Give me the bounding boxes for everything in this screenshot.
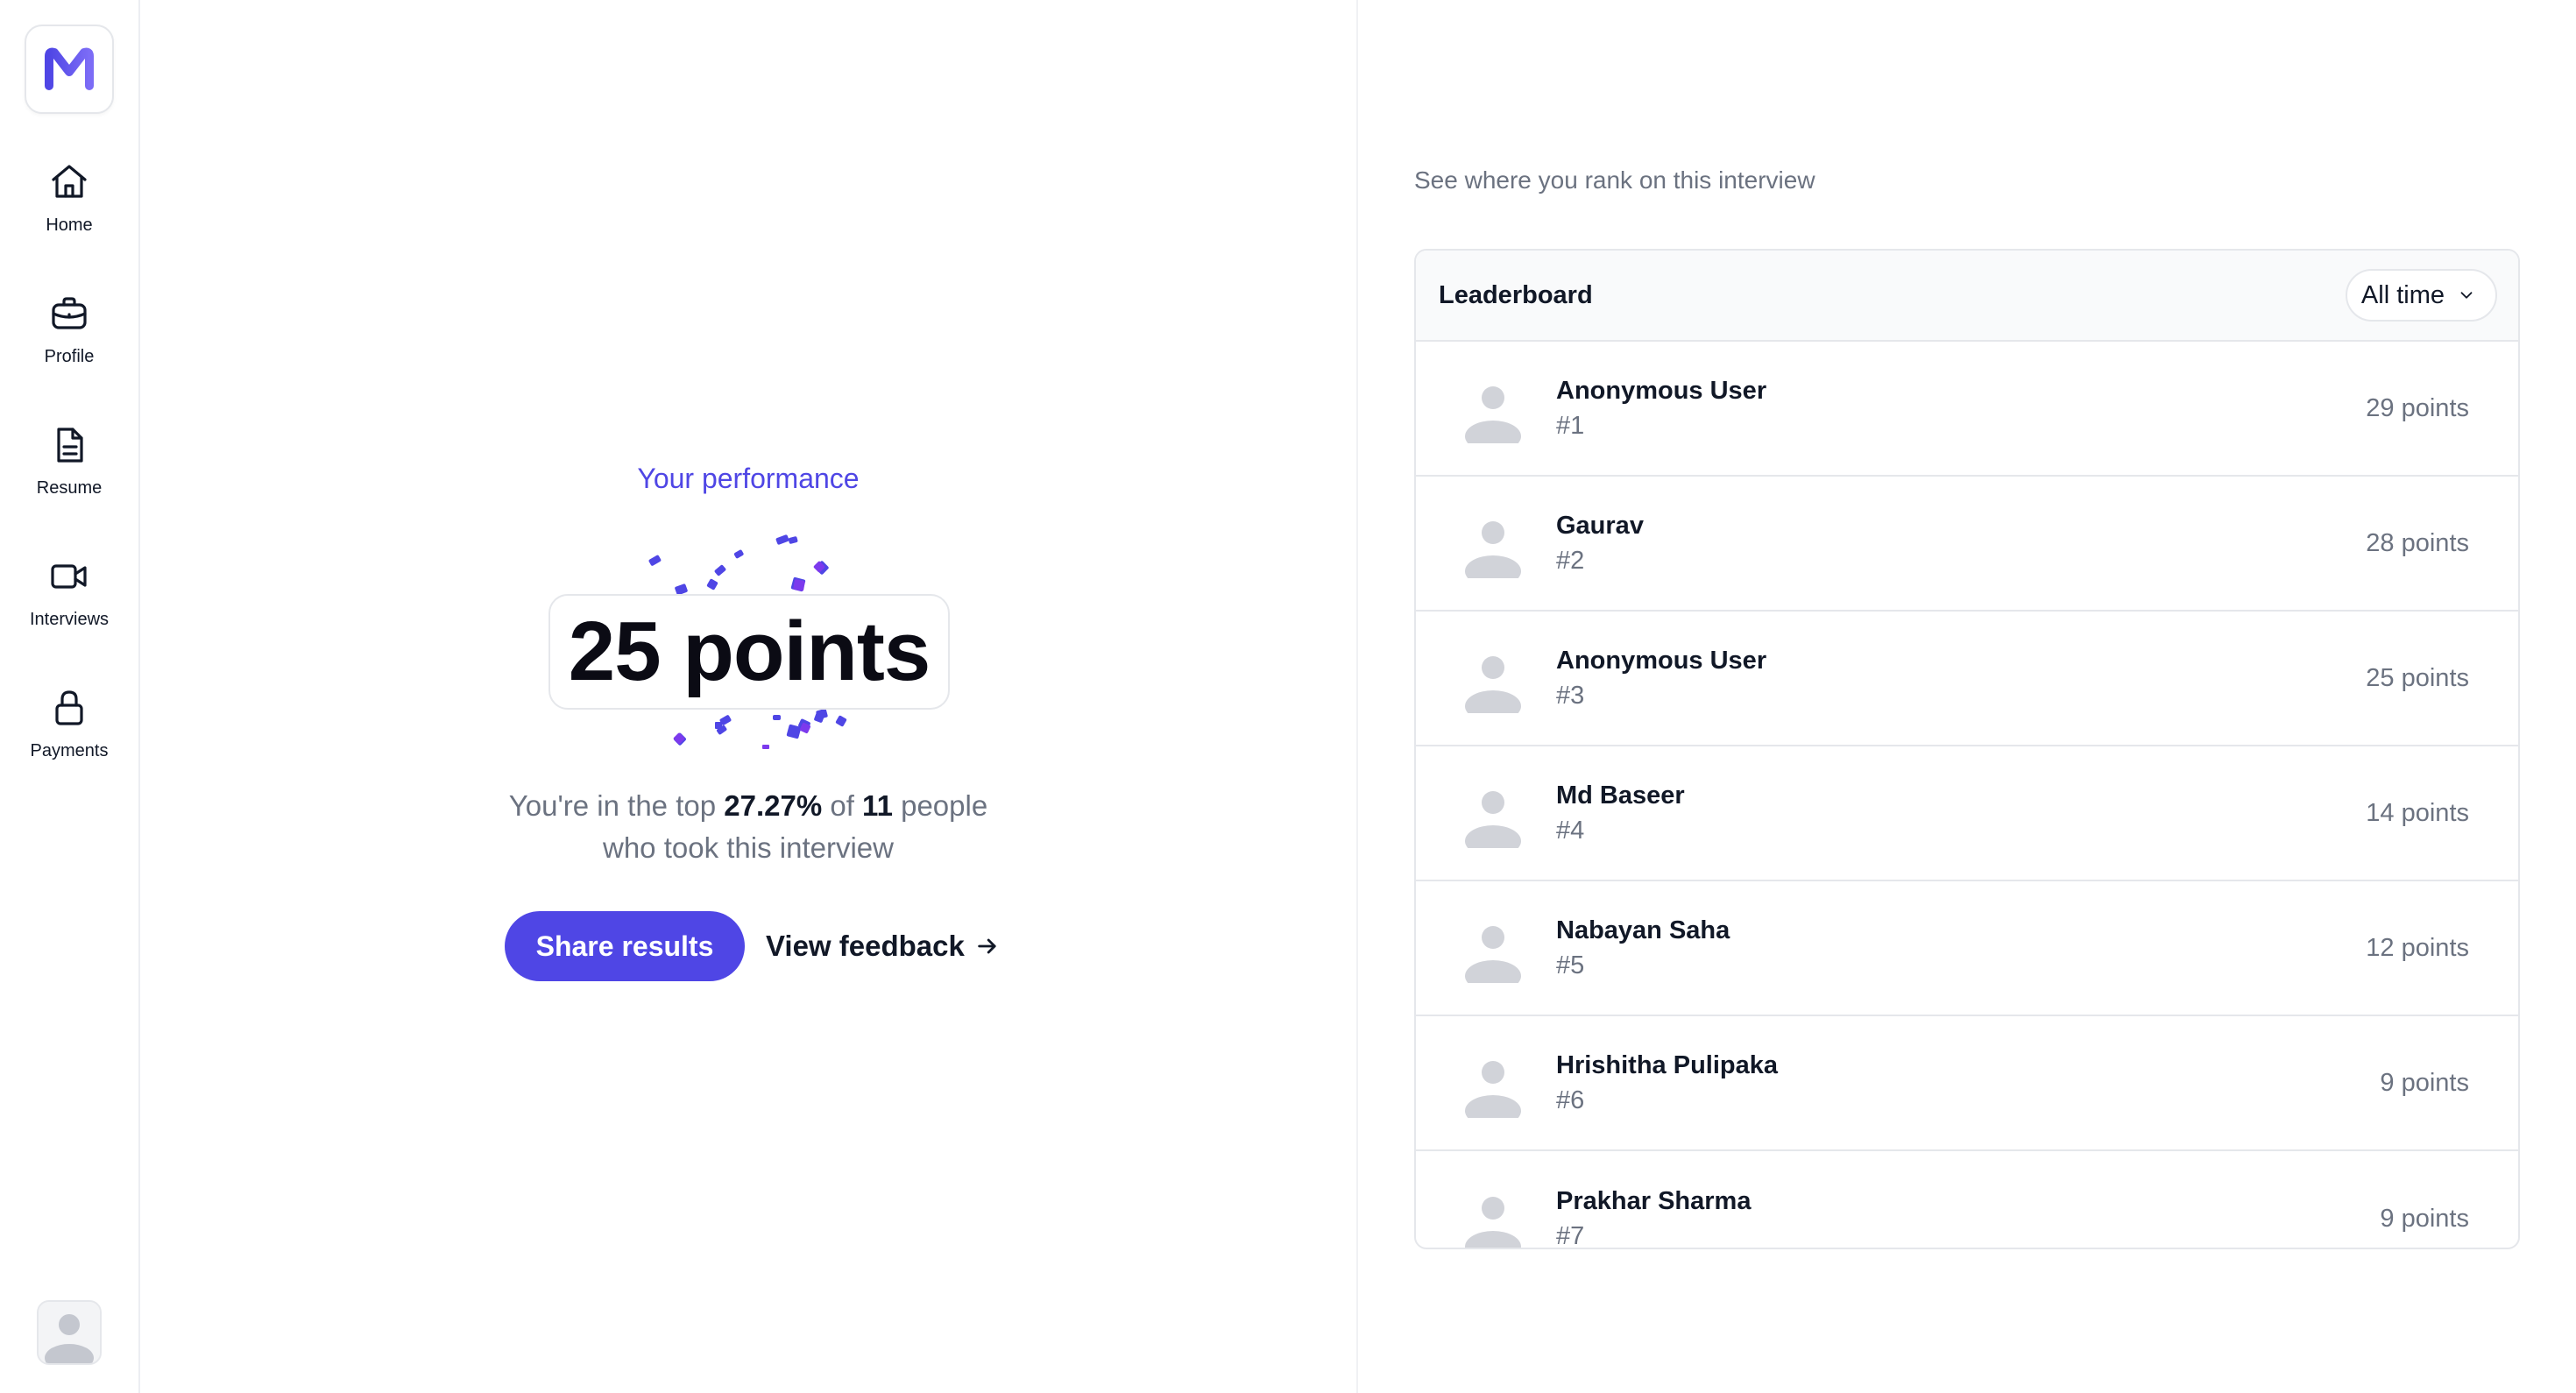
- view-feedback-link[interactable]: View feedback: [766, 911, 1000, 981]
- row-info: Hrishitha Pulipaka #6: [1556, 1048, 2380, 1118]
- rank-percent: 27.27%: [724, 789, 823, 822]
- video-camera-icon: [51, 564, 87, 589]
- row-rank: #4: [1556, 817, 1585, 845]
- row-info: Gaurav #2: [1556, 508, 2366, 578]
- user-avatar-icon: [1465, 386, 1521, 443]
- leaderboard-row: Md Baseer #4 14 points: [1416, 746, 2518, 881]
- rank-summary: You're in the top 27.27% of 11 people wh…: [140, 785, 1356, 869]
- row-name: Md Baseer: [1556, 781, 1685, 810]
- sidebar-item-label: Profile: [44, 347, 95, 366]
- row-rank: #5: [1556, 951, 1585, 979]
- leaderboard-row: Gaurav #2 28 points: [1416, 477, 2518, 612]
- leaderboard-title: Leaderboard: [1439, 280, 1593, 309]
- row-info: Nabayan Saha #5: [1556, 913, 2366, 983]
- rank-suffix: people: [892, 789, 988, 822]
- leaderboard-row: Prakhar Sharma #7 9 points: [1416, 1151, 2518, 1249]
- sidebar: Home Profile Resume Interviews Payments: [0, 0, 140, 1393]
- briefcase-icon: [52, 297, 87, 329]
- row-name: Prakhar Sharma: [1556, 1187, 1752, 1215]
- user-avatar-icon: [1465, 1061, 1521, 1118]
- row-info: Md Baseer #4: [1556, 778, 2366, 848]
- sidebar-item-label: Resume: [36, 478, 103, 498]
- lock-icon: [55, 690, 83, 725]
- row-name: Nabayan Saha: [1556, 916, 1730, 944]
- sidebar-item-home[interactable]: Home: [0, 161, 138, 236]
- row-info: Anonymous User #3: [1556, 643, 2366, 713]
- app-logo[interactable]: [25, 25, 114, 114]
- leaderboard-card: Leaderboard All time Anonymous User #1 2…: [1414, 249, 2520, 1249]
- rank-count: 11: [862, 789, 893, 822]
- row-rank: #2: [1556, 547, 1585, 575]
- row-name: Gaurav: [1556, 512, 1644, 540]
- row-points: 9 points: [2380, 1204, 2469, 1233]
- leaderboard-header: Leaderboard All time: [1416, 251, 2518, 342]
- user-avatar-icon: [39, 1302, 100, 1363]
- user-avatar-icon: [1465, 926, 1521, 983]
- leaderboard-subtitle: See where you rank on this interview: [1414, 166, 1815, 194]
- points-score: 25 points: [548, 594, 950, 710]
- row-points: 9 points: [2380, 1068, 2469, 1097]
- share-results-button[interactable]: Share results: [505, 911, 745, 981]
- row-info: Prakhar Sharma #7: [1556, 1184, 2380, 1249]
- time-range-value: All time: [2360, 280, 2445, 309]
- leaderboard-row: Anonymous User #3 25 points: [1416, 612, 2518, 746]
- sidebar-item-profile[interactable]: Profile: [0, 293, 138, 367]
- row-points: 25 points: [2366, 663, 2469, 692]
- user-avatar-icon: [1465, 1197, 1521, 1248]
- sidebar-item-resume[interactable]: Resume: [0, 424, 138, 499]
- document-icon: [57, 428, 83, 463]
- row-points: 12 points: [2366, 933, 2469, 962]
- user-avatar[interactable]: [37, 1300, 102, 1365]
- row-points: 28 points: [2366, 528, 2469, 557]
- user-avatar-icon: [1465, 656, 1521, 713]
- row-points: 14 points: [2366, 798, 2469, 827]
- row-points: 29 points: [2366, 393, 2469, 422]
- panel-divider: [1356, 0, 1358, 1393]
- leaderboard-row: Nabayan Saha #5 12 points: [1416, 881, 2518, 1016]
- row-name: Hrishitha Pulipaka: [1556, 1051, 1779, 1079]
- view-feedback-label: View feedback: [766, 930, 965, 962]
- arrow-right-icon: [978, 938, 996, 954]
- row-name: Anonymous User: [1556, 377, 1767, 405]
- rank-line-1: You're in the top 27.27% of 11 people: [140, 785, 1356, 827]
- leaderboard-row: Hrishitha Pulipaka #6 9 points: [1416, 1016, 2518, 1151]
- rank-prefix: You're in the top: [508, 789, 725, 822]
- sidebar-item-label: Interviews: [29, 610, 110, 629]
- rank-mid: of: [822, 789, 863, 822]
- row-rank: #7: [1556, 1222, 1585, 1249]
- sidebar-item-interviews[interactable]: Interviews: [0, 555, 138, 630]
- row-rank: #3: [1556, 682, 1585, 710]
- time-range-dropdown[interactable]: All time: [2345, 269, 2497, 322]
- user-avatar-icon: [1465, 521, 1521, 578]
- leaderboard-row: Anonymous User #1 29 points: [1416, 342, 2518, 477]
- chevron-down-icon: [2460, 292, 2473, 299]
- row-name: Anonymous User: [1556, 647, 1767, 675]
- row-info: Anonymous User #1: [1556, 373, 2366, 443]
- brand-m-logo-icon: [45, 47, 94, 90]
- rank-line-2: who took this interview: [603, 831, 894, 864]
- sidebar-item-label: Payments: [30, 741, 109, 760]
- row-rank: #1: [1556, 412, 1585, 440]
- sidebar-item-label: Home: [46, 216, 93, 235]
- home-icon: [52, 165, 87, 198]
- user-avatar-icon: [1465, 791, 1521, 848]
- leaderboard-list: Anonymous User #1 29 points Gaurav #2 28…: [1416, 342, 2518, 1249]
- row-rank: #6: [1556, 1086, 1585, 1114]
- sidebar-item-payments[interactable]: Payments: [0, 687, 138, 761]
- performance-title: Your performance: [637, 463, 860, 494]
